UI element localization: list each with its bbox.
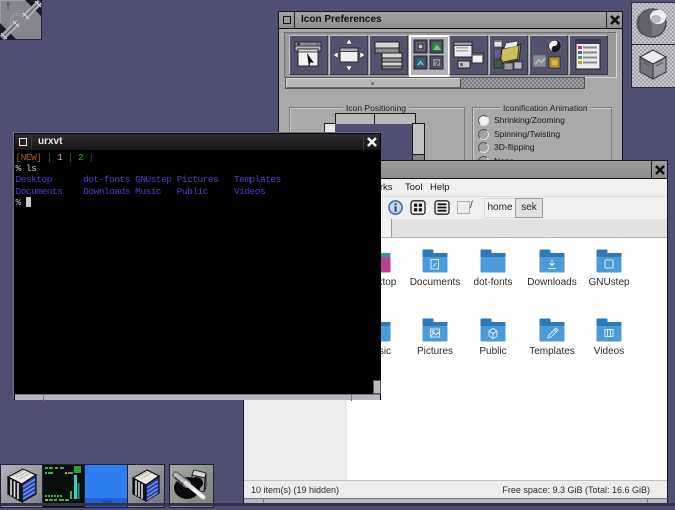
- svg-text:?: ?: [435, 60, 440, 69]
